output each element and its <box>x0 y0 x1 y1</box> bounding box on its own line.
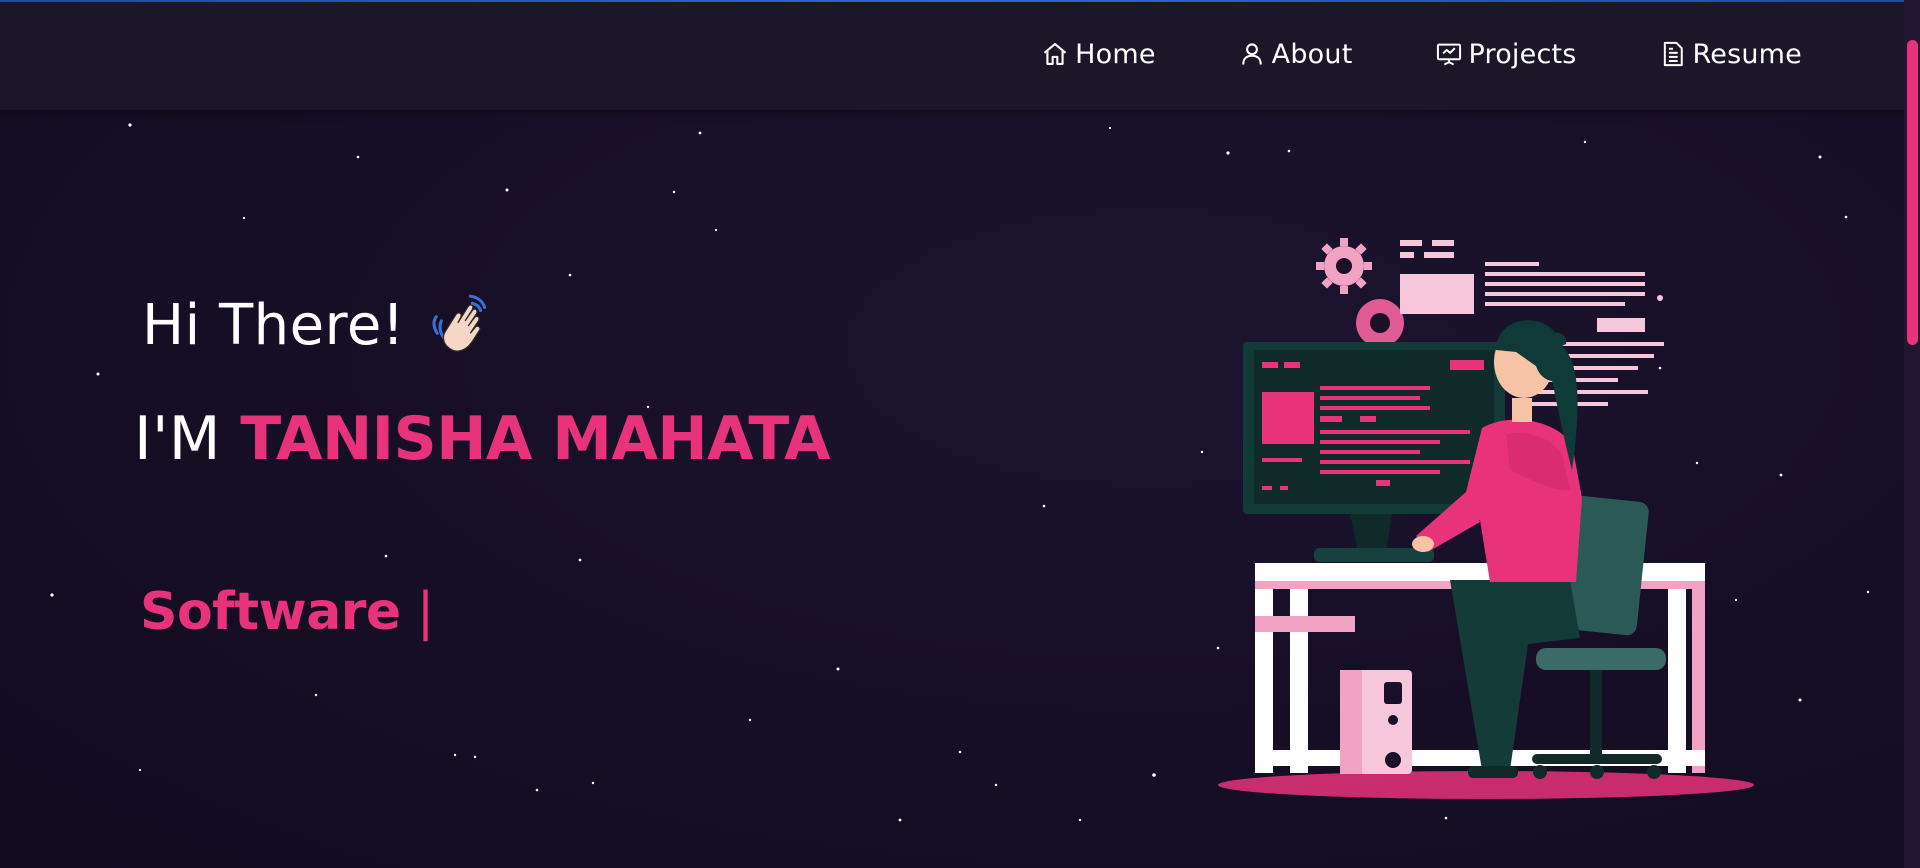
name-highlight: TANISHA MAHATA <box>240 404 831 474</box>
typing-cursor: | <box>416 582 435 642</box>
nav-item-label: Home <box>1075 38 1156 70</box>
nav-menu: Home About Projects Resume <box>959 2 1802 106</box>
hero-greeting: Hi There! <box>142 292 495 358</box>
typewriter-text: Software | <box>140 582 434 642</box>
waving-hand-icon <box>432 294 487 352</box>
nav-item-about[interactable]: About <box>1238 39 1353 70</box>
nav-item-home[interactable]: Home <box>1041 39 1156 70</box>
nav-item-label: Projects <box>1468 38 1577 70</box>
home-icon <box>1043 43 1067 65</box>
presentation-icon <box>1436 43 1461 66</box>
document-icon <box>1663 41 1683 67</box>
scrollbar[interactable] <box>1904 0 1920 868</box>
nav-item-resume[interactable]: Resume <box>1659 39 1802 70</box>
user-icon <box>1241 43 1262 65</box>
scrollbar-thumb[interactable] <box>1907 40 1918 345</box>
nav-item-projects[interactable]: Projects <box>1435 39 1577 70</box>
hero-name: I'M TANISHA MAHATA <box>134 404 831 474</box>
page: Home About Projects Resume Hi There! I'M… <box>0 0 1920 868</box>
developer-illustration <box>1218 238 1754 799</box>
nav-item-label: Resume <box>1692 38 1802 70</box>
navbar: Home About Projects Resume <box>0 2 1920 110</box>
greeting-text: Hi There! <box>142 292 405 358</box>
name-prefix: I'M <box>134 404 221 474</box>
typed-role: Software <box>140 582 401 642</box>
nav-item-label: About <box>1271 38 1353 70</box>
